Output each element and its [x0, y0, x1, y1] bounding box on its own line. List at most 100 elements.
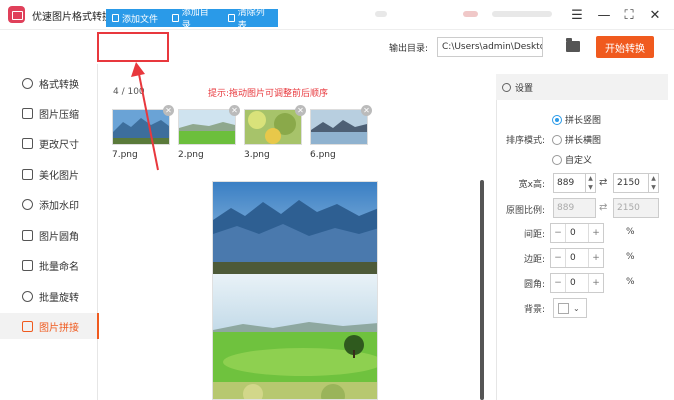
gear-icon	[502, 82, 511, 92]
remove-icon[interactable]: ✕	[295, 105, 306, 116]
chevron-down-icon: ⌄	[573, 303, 580, 313]
watermark-icon	[22, 198, 33, 210]
settings-header: 设置	[496, 74, 668, 100]
minus-icon[interactable]: −	[551, 278, 565, 288]
sidebar-item-watermark[interactable]: 添加水印	[0, 191, 98, 217]
radio-selected-icon	[552, 114, 562, 125]
plus-icon[interactable]: +	[589, 253, 603, 263]
minus-icon[interactable]: −	[551, 228, 565, 238]
clear-list-button[interactable]: 清除列表	[222, 8, 278, 31]
sidebar-item-rounded-corner[interactable]: 图片圆角	[0, 222, 98, 248]
ratio-height-input: 2150	[613, 198, 659, 218]
plus-icon[interactable]: +	[589, 278, 603, 288]
add-file-button[interactable]: 添加文件	[106, 9, 166, 27]
sidebar-item-rename[interactable]: 批量命名	[0, 252, 98, 278]
sidebar-item-compress[interactable]: 图片压缩	[0, 100, 98, 126]
resize-icon	[22, 137, 33, 149]
corner-value[interactable]: 0	[565, 274, 589, 292]
clear-list-label: 清除列表	[237, 8, 265, 31]
maximize-icon[interactable]: ⛶	[619, 5, 639, 25]
swap-icon[interactable]: ⇄	[599, 177, 607, 188]
thumbnail-image	[311, 110, 367, 144]
format-convert-icon	[22, 77, 33, 89]
sort-option-vertical[interactable]: 拼长竖图	[552, 113, 601, 126]
sidebar-item-label: 图片拼接	[39, 322, 79, 334]
menu-icon[interactable]: ☰	[567, 5, 587, 25]
height-input[interactable]: 2150 ▲ ▼	[613, 173, 659, 193]
folder-icon[interactable]	[566, 38, 580, 52]
start-convert-button[interactable]: 开始转换	[596, 36, 654, 58]
ratio-width-value: 889	[557, 203, 575, 213]
background-color-picker[interactable]: ⌄	[553, 298, 587, 318]
add-folder-label: 添加目录	[181, 8, 209, 31]
sidebar-item-format-convert[interactable]: 格式转换	[0, 70, 98, 96]
thumbnail-name: 3.png	[244, 150, 270, 160]
sidebar-item-rotate[interactable]: 批量旋转	[0, 283, 98, 309]
minus-icon[interactable]: −	[551, 253, 565, 263]
thumbnail-image	[245, 110, 301, 144]
preview-scrollbar[interactable]	[480, 180, 484, 400]
folder-small-icon	[172, 14, 179, 22]
compress-icon	[22, 107, 33, 119]
close-icon[interactable]: ✕	[645, 5, 665, 25]
stitched-preview	[212, 181, 378, 400]
sidebar-item-beautify[interactable]: 美化图片	[0, 161, 98, 187]
titlebar-blurred-item	[463, 11, 478, 17]
title-bar: 优速图片格式转换器 ☰ — ⛶ ✕	[0, 0, 674, 30]
spacing-value[interactable]: 0	[565, 224, 589, 242]
spacing-label: 间距:	[523, 230, 545, 240]
corner-label: 圆角:	[523, 280, 545, 290]
margin-stepper[interactable]: − 0 +	[550, 248, 604, 268]
sidebar-item-label: 批量命名	[39, 261, 79, 273]
sidebar-item-resize[interactable]: 更改尺寸	[0, 130, 98, 156]
trash-icon	[228, 14, 235, 22]
sidebar-item-label: 图片圆角	[39, 231, 79, 243]
settings-title: 设置	[515, 83, 534, 94]
thumbnail-image	[179, 110, 235, 144]
background-label: 背景:	[523, 305, 545, 315]
stepper-arrows-icon[interactable]: ▲ ▼	[585, 174, 595, 192]
radio-icon	[552, 134, 562, 145]
radio-label: 自定义	[565, 156, 593, 166]
ratio-width-input: 889	[553, 198, 596, 218]
output-dir-input[interactable]: C:\Users\admin\Deskto	[437, 37, 543, 57]
rounded-corner-icon	[22, 229, 33, 241]
plus-icon[interactable]: +	[589, 228, 603, 238]
output-dir-label: 输出目录:	[389, 44, 429, 54]
thumbnail[interactable]: ✕	[244, 105, 306, 145]
thumbnail[interactable]: ✕	[178, 105, 240, 145]
unit-percent: %	[626, 277, 635, 287]
annotation-arrow	[131, 62, 159, 171]
sort-option-custom[interactable]: 自定义	[552, 153, 592, 166]
width-input[interactable]: 889 ▲ ▼	[553, 173, 596, 193]
preview-image	[213, 182, 377, 399]
thumbnail-name: 6.png	[310, 150, 336, 160]
margin-value[interactable]: 0	[565, 249, 589, 267]
sidebar: 格式转换 图片压缩 更改尺寸 美化图片 添加水印 图片圆角 批量命名 批量旋转 …	[0, 64, 99, 400]
remove-icon[interactable]: ✕	[163, 105, 174, 116]
rotate-icon	[22, 290, 33, 302]
width-value: 889	[557, 178, 575, 188]
app-logo-icon	[8, 6, 25, 23]
remove-icon[interactable]: ✕	[229, 105, 240, 116]
thumbnail[interactable]: ✕	[310, 105, 372, 145]
sidebar-item-label: 批量旋转	[39, 292, 79, 304]
sidebar-item-stitch[interactable]: 图片拼接	[0, 313, 99, 339]
stepper-arrows-icon[interactable]: ▲ ▼	[648, 174, 658, 192]
minimize-icon[interactable]: —	[594, 5, 614, 25]
rename-icon	[22, 259, 33, 271]
radio-label: 拼长竖图	[565, 116, 602, 126]
titlebar-blurred-item	[375, 11, 387, 17]
remove-icon[interactable]: ✕	[361, 105, 372, 116]
sort-option-horizontal[interactable]: 拼长横图	[552, 133, 601, 146]
add-folder-button[interactable]: 添加目录	[166, 8, 222, 31]
radio-label: 拼长横图	[565, 136, 602, 146]
stitch-icon	[22, 320, 33, 332]
spacing-stepper[interactable]: − 0 +	[550, 223, 604, 243]
corner-stepper[interactable]: − 0 +	[550, 273, 604, 293]
sidebar-item-label: 格式转换	[39, 79, 79, 91]
sidebar-item-label: 更改尺寸	[39, 139, 79, 151]
titlebar-blurred-item	[492, 11, 552, 17]
ratio-height-value: 2150	[617, 203, 640, 213]
highlight-box	[97, 32, 169, 62]
